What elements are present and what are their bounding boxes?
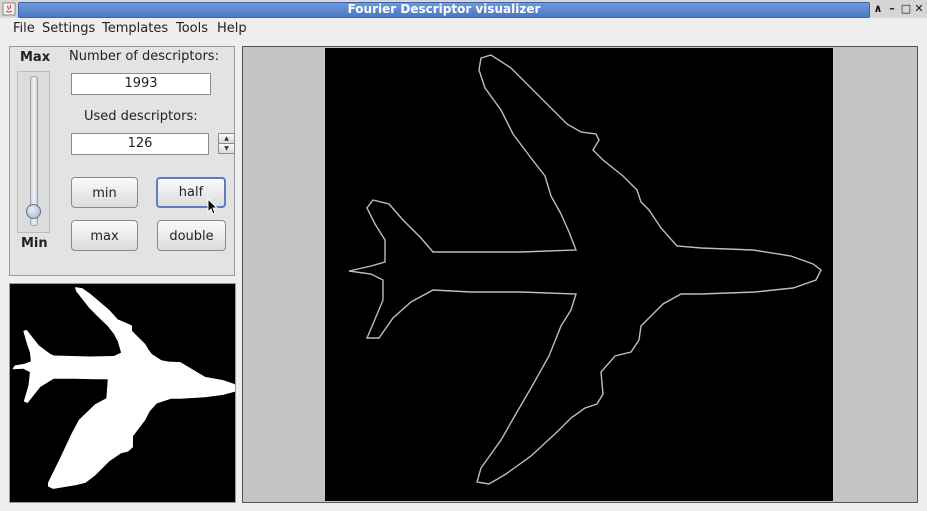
triangle-down-icon[interactable]: ▼ <box>218 143 235 154</box>
airplane-silhouette <box>12 287 237 489</box>
used-descriptors-field[interactable]: 126 <box>71 133 209 155</box>
maximize-button[interactable]: □ <box>900 2 912 16</box>
menu-help[interactable]: Help <box>217 21 247 37</box>
slider-min-label: Min <box>21 236 48 251</box>
min-button[interactable]: min <box>71 177 138 208</box>
mouse-cursor-icon <box>207 198 219 215</box>
menu-tools[interactable]: Tools <box>176 21 208 37</box>
used-descriptors-label: Used descriptors: <box>84 109 198 124</box>
menu-settings[interactable]: Settings <box>42 21 95 37</box>
number-descriptors-field[interactable]: 1993 <box>71 73 211 95</box>
shade-button[interactable]: ∧ <box>872 2 884 16</box>
control-panel: Max Min Number of descriptors: 1993 Used… <box>9 46 235 276</box>
reconstruction-panel <box>242 46 918 503</box>
menu-bar: File Settings Templates Tools Help <box>0 18 927 40</box>
number-descriptors-label: Number of descriptors: <box>69 49 219 64</box>
java-icon <box>2 2 16 16</box>
minimize-button[interactable]: – <box>886 2 898 16</box>
title-bar: Fourier Descriptor visualizer ∧ – □ ✕ <box>0 0 927 18</box>
menu-file[interactable]: File <box>13 21 35 37</box>
max-button[interactable]: max <box>71 220 138 251</box>
slider-thumb[interactable] <box>26 204 41 219</box>
descriptor-slider[interactable] <box>17 71 50 233</box>
used-descriptors-spinner: ▲ ▼ <box>218 133 235 154</box>
reconstruction-canvas <box>325 48 833 501</box>
menu-templates[interactable]: Templates <box>102 21 168 37</box>
double-button[interactable]: double <box>157 220 226 251</box>
slider-max-label: Max <box>20 50 51 65</box>
original-shape-panel <box>9 283 237 503</box>
close-button[interactable]: ✕ <box>913 2 925 16</box>
airplane-contour <box>348 54 822 485</box>
window-title: Fourier Descriptor visualizer <box>347 2 541 16</box>
